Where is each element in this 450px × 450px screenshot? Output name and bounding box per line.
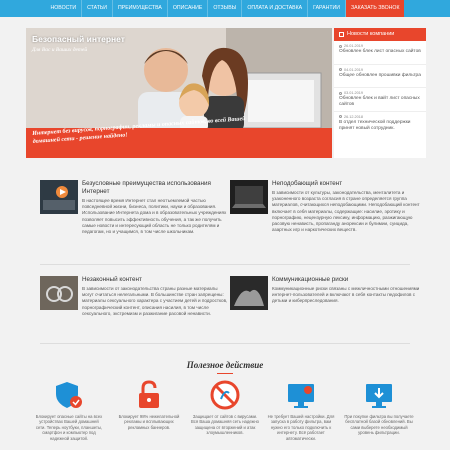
card-image-keyboard — [40, 180, 78, 214]
benefit-item: При покупке фильтра вы получаете бесплат… — [344, 380, 414, 436]
feature-card-communication: Коммуникационные риски Коммуникационные … — [230, 276, 420, 371]
nav-advantages[interactable]: ПРЕИМУЩЕСТВА — [113, 0, 168, 17]
feature-card-advantages: Безусловные преимущества использования И… — [40, 180, 230, 275]
padlock-icon — [139, 380, 159, 408]
feature-card-inappropriate: Неподобающий контент В зависимости от ку… — [230, 180, 420, 275]
benefit-text: Блокирует опасные сайты на всех устройст… — [35, 414, 103, 441]
nav-guarantees[interactable]: ГАРАНТИИ — [308, 0, 346, 17]
clock-icon — [339, 115, 342, 118]
hero-subtitle: Для Вас и Ваших детей — [32, 47, 88, 53]
news-date: 26.01.2019 — [339, 44, 421, 48]
divider — [40, 343, 410, 344]
useful-action-heading: Полезное действие — [186, 360, 264, 370]
clock-icon — [339, 68, 342, 71]
news-link[interactable]: Общее обновлен прошивки фильтра — [339, 73, 421, 79]
hero-slider[interactable]: Безопасный интернет Для Вас и Ваших дете… — [26, 28, 332, 158]
monitor-settings-icon — [288, 384, 314, 408]
card-text: В зависимости от законодательства страны… — [82, 286, 228, 316]
clock-icon — [339, 91, 342, 95]
card-text: Коммуникационные риски связаны с межличн… — [272, 286, 420, 304]
news-link[interactable]: В отдел технической поддержки принят нов… — [339, 120, 421, 132]
divider — [40, 264, 410, 265]
nav-reviews[interactable]: ОТЗЫВЫ — [208, 0, 243, 17]
news-date: 03.01.2019 — [339, 91, 421, 95]
news-date: 26.12.2018 — [339, 115, 421, 119]
card-text: В настоящее время Интернет стал неотъемл… — [82, 198, 227, 235]
benefit-item: Не требует Вашей настройки. Для запуска … — [266, 380, 336, 441]
benefit-text: При покупке фильтра вы получаете бесплат… — [344, 414, 414, 436]
shield-check-icon — [56, 382, 82, 408]
news-header-label: Новости компании — [347, 31, 395, 37]
card-image-hands — [230, 276, 268, 310]
card-text: В зависимости от культуры, законодательс… — [272, 190, 420, 233]
news-item[interactable]: 26.01.2019 Обновлен блек лист опасных са… — [334, 41, 426, 65]
benefit-text: Не требует Вашей настройки. Для запуска … — [267, 414, 335, 441]
news-item[interactable]: 03.01.2019 Обновлен блек и вайт лист опа… — [334, 88, 426, 112]
benefit-item: Блокирует 98% нежелательной рекламы и вс… — [114, 380, 184, 430]
card-title: Коммуникационные риски — [272, 276, 349, 283]
benefit-item: Защищает от сайтов с вирусами. Вся Ваша … — [190, 380, 260, 436]
card-title: Незаконный контент — [82, 276, 142, 283]
benefit-item: Блокирует опасные сайты на всех устройст… — [34, 380, 104, 441]
news-item[interactable]: 26.12.2018 В отдел технической поддержки… — [334, 112, 426, 136]
top-navigation: НОВОСТИ СТАТЬИ ПРЕИМУЩЕСТВА ОПИСАНИЕ ОТЗ… — [0, 0, 450, 17]
news-link[interactable]: Обновлен блек лист опасных сайтов — [339, 49, 421, 55]
card-image-laptop — [230, 180, 268, 214]
hero-title: Безопасный интернет — [32, 34, 125, 44]
card-image-handcuffs — [40, 276, 78, 310]
monitor-download-icon — [366, 384, 392, 408]
news-icon — [339, 32, 344, 37]
nav-description[interactable]: ОПИСАНИЕ — [168, 0, 209, 17]
heading-underline — [217, 373, 233, 374]
card-title: Неподобающий контент — [272, 180, 343, 187]
card-title: Безусловные преимущества использования И… — [82, 180, 211, 195]
nav-news[interactable]: НОВОСТИ — [46, 0, 83, 17]
benefit-text: Защищает от сайтов с вирусами. Вся Ваша … — [191, 414, 259, 436]
nav-payment-delivery[interactable]: ОПЛАТА И ДОСТАВКА — [242, 0, 309, 17]
news-date: 04.01.2019 — [339, 68, 421, 72]
company-news-panel: Новости компании 26.01.2019 Обновлен бле… — [334, 28, 426, 158]
benefit-text: Блокирует 98% нежелательной рекламы и вс… — [118, 414, 180, 430]
nav-articles[interactable]: СТАТЬИ — [82, 0, 114, 17]
order-call-button[interactable]: ЗАКАЗАТЬ ЗВОНОК — [346, 0, 405, 17]
no-entry-icon — [210, 380, 240, 410]
news-header: Новости компании — [334, 28, 426, 41]
news-link[interactable]: Обновлен блек и вайт лист опасных сайтов — [339, 96, 421, 108]
clock-icon — [339, 44, 342, 48]
feature-card-illegal: Незаконный контент В зависимости от зако… — [40, 276, 230, 371]
news-item[interactable]: 04.01.2019 Общее обновлен прошивки фильт… — [334, 65, 426, 88]
